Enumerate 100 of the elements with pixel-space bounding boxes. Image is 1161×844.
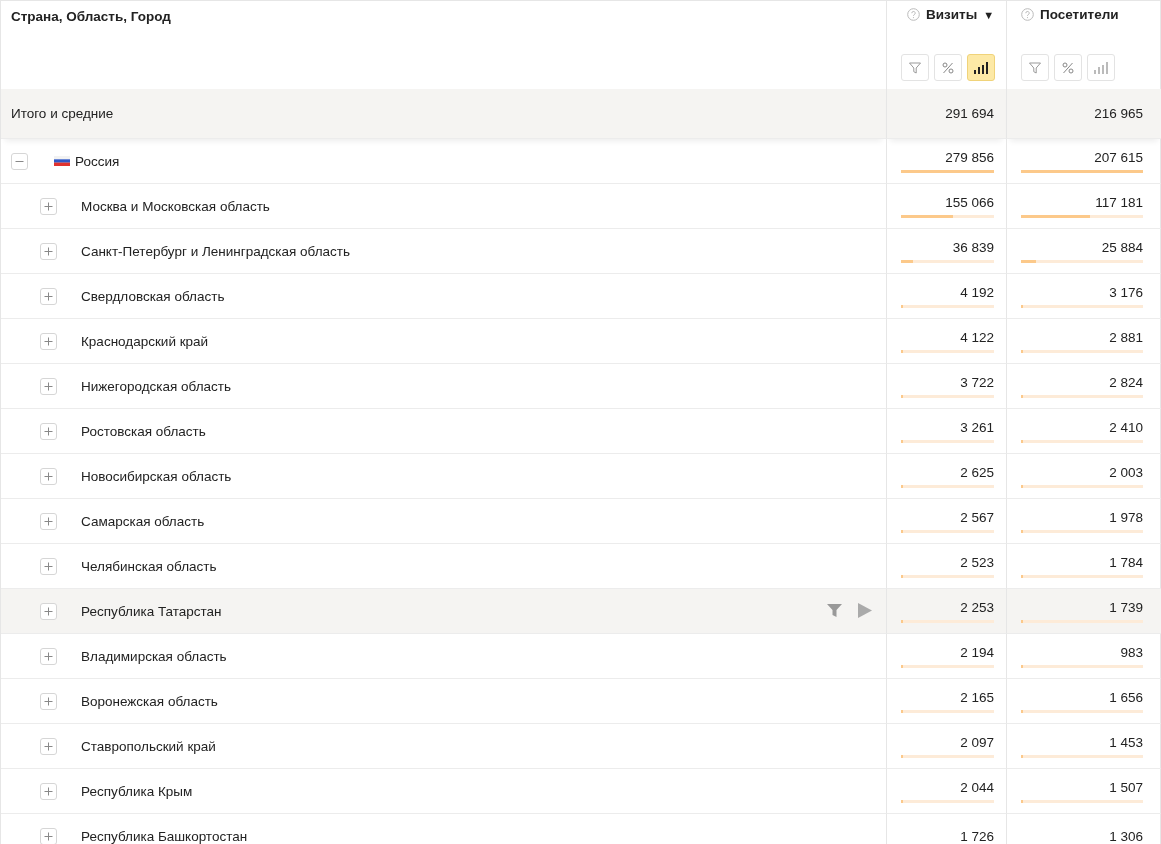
region-name[interactable]: Россия [75,153,120,169]
bar-chart-icon [973,61,989,74]
plus-icon [44,426,53,436]
column-header[interactable]: Посетители [1040,7,1119,22]
filter-icon [908,60,922,75]
metric-value: 1 978 [1108,509,1143,525]
plus-icon [44,696,53,706]
region-name[interactable]: Москва и Московская область [81,198,270,214]
metric-value: 3 722 [959,374,994,390]
region-name[interactable]: Ростовская область [81,423,206,439]
metric-value: 983 [1119,644,1143,660]
expand-button[interactable] [40,782,57,800]
region-name[interactable]: Республика Крым [81,783,193,799]
filter-icon[interactable] [827,603,842,618]
expand-button[interactable] [40,827,57,844]
region-name[interactable]: Самарская область [81,513,205,529]
metric-value: 2 410 [1108,419,1143,435]
expand-button[interactable] [40,647,57,665]
sort-indicator[interactable]: ▼ [983,8,995,21]
metric-value: 2 165 [959,689,994,705]
plus-icon [44,201,53,211]
metric-value: 2 567 [959,509,994,525]
plus-icon [44,471,53,481]
metric-value: 2 253 [959,599,994,615]
percent-icon [1061,60,1075,75]
expand-button[interactable] [40,602,57,620]
expand-button[interactable] [40,467,57,485]
metric-value: 207 615 [1093,149,1143,165]
percent-toggle-button[interactable] [934,54,962,81]
expand-button[interactable] [40,242,57,260]
collapse-button[interactable] [11,152,28,170]
metric-value: 2 044 [959,779,994,795]
metric-value: 2 097 [959,734,994,750]
percent-toggle-button[interactable] [1054,54,1082,81]
expand-button[interactable] [40,737,57,755]
plus-icon [44,246,53,256]
metric-value: 279 856 [944,149,994,165]
metric-value: 1 507 [1108,779,1143,795]
plus-icon [44,606,53,616]
metric-value: 2 003 [1108,464,1143,480]
region-name[interactable]: Краснодарский край [81,333,209,349]
play-icon[interactable] [858,603,872,618]
metric-value: 1 739 [1108,599,1143,615]
expand-button[interactable] [40,377,57,395]
expand-button[interactable] [40,197,57,215]
bars-toggle-button[interactable] [967,54,995,81]
total-value: 291 694 [944,106,994,121]
total-value: 216 965 [1093,106,1143,121]
region-name[interactable]: Владимирская область [81,648,227,664]
filter-toggle-button[interactable] [901,54,929,81]
metric-value: 1 726 [959,828,994,844]
expand-button[interactable] [40,332,57,350]
plus-icon [44,651,53,661]
plus-icon [44,516,53,526]
region-name[interactable]: Воронежская область [81,693,218,709]
metric-value: 117 181 [1094,194,1143,210]
region-name[interactable]: Республика Башкортостан [81,828,248,844]
plus-icon [44,741,53,751]
region-name[interactable]: Новосибирская область [81,468,232,484]
expand-button[interactable] [40,512,57,530]
expand-button[interactable] [40,557,57,575]
plus-icon [44,381,53,391]
column-header[interactable]: Визиты [926,7,978,22]
bar-chart-icon [1093,61,1109,74]
expand-button[interactable] [40,692,57,710]
column-header[interactable]: Страна, Область, Город [1,1,181,32]
metric-value: 36 839 [951,239,994,255]
plus-icon [44,336,53,346]
percent-icon [941,60,955,75]
metric-value: 2 881 [1108,329,1143,345]
expand-button[interactable] [40,287,57,305]
region-name[interactable]: Республика Татарстан [81,603,222,619]
metric-value: 3 261 [959,419,994,435]
region-name[interactable]: Нижегородская область [81,378,232,394]
region-name[interactable]: Ставропольский край [81,738,216,754]
metric-value: 25 884 [1100,239,1143,255]
plus-icon [44,291,53,301]
metric-value: 2 194 [959,644,994,660]
region-name[interactable]: Свердловская область [81,288,225,304]
totals-label: Итого и средние [11,106,114,121]
metric-value: 1 784 [1108,554,1143,570]
metric-value: 2 523 [959,554,994,570]
metric-value: 4 122 [959,329,994,345]
metric-value: 1 453 [1108,734,1143,750]
filter-toggle-button[interactable] [1021,54,1049,81]
metric-value: 1 656 [1108,689,1143,705]
metric-value: 2 625 [959,464,994,480]
plus-icon [44,786,53,796]
metric-value: 2 824 [1108,374,1143,390]
metric-value: 4 192 [959,284,994,300]
plus-icon [44,831,53,841]
plus-icon [44,561,53,571]
expand-button[interactable] [40,422,57,440]
filter-icon [1028,60,1042,75]
region-name[interactable]: Челябинская область [81,558,217,574]
metric-value: 3 176 [1108,284,1143,300]
bars-toggle-button[interactable] [1087,54,1115,81]
metric-value: 1 306 [1108,828,1143,844]
metric-value: 155 066 [944,194,994,210]
region-name[interactable]: Санкт-Петербург и Ленинградская область [81,243,351,259]
